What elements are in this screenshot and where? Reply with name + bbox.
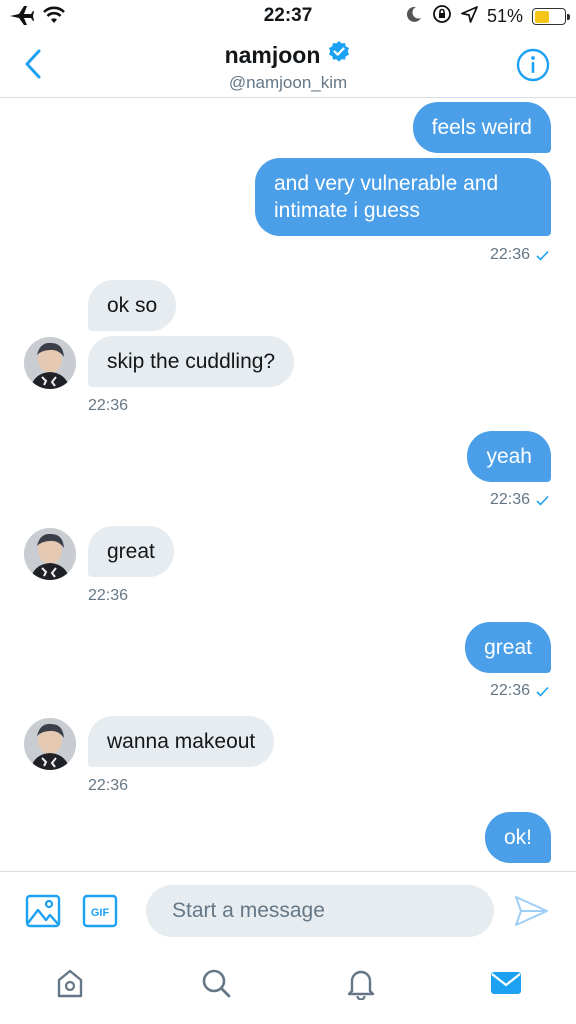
message-bubble-sent[interactable]: feels weird [412, 102, 551, 153]
verified-badge-icon [327, 40, 351, 70]
contact-name: namjoon [224, 41, 321, 68]
battery-level [534, 10, 550, 23]
message-text: wanna makeout [107, 730, 256, 753]
avatar-image [24, 337, 76, 389]
avatar[interactable] [24, 718, 76, 770]
messages-icon [491, 972, 521, 994]
message-text: ok so [107, 294, 158, 317]
avatar[interactable] [24, 337, 76, 389]
tab-notifications[interactable] [341, 963, 381, 1003]
message-bubble-received[interactable]: wanna makeout [88, 716, 275, 767]
message-timestamp: 22:36 [88, 587, 128, 605]
message-timestamp: 22:36 [490, 491, 549, 509]
media-button[interactable] [25, 894, 61, 933]
avatar-image [24, 528, 76, 580]
message-timestamp: 22:36 [88, 397, 128, 415]
timestamp-text: 22:36 [489, 682, 530, 699]
status-right: 51% [405, 4, 570, 29]
message-bubble-received[interactable]: great [88, 526, 174, 577]
tab-bar [0, 949, 576, 1024]
timestamp-text: 22:36 [489, 246, 530, 263]
message-timestamp: 22:36 [88, 777, 128, 795]
home-icon [57, 969, 83, 998]
info-button[interactable] [516, 48, 550, 82]
battery-percent: 51% [486, 6, 523, 26]
message-bubble-sent[interactable]: yeah [467, 431, 551, 482]
orientation-lock-icon [432, 4, 452, 29]
read-check-icon [536, 250, 549, 261]
message-timestamp: 22:36 [490, 682, 549, 700]
timestamp-text: 22:36 [88, 397, 129, 414]
message-input[interactable] [146, 885, 494, 937]
timestamp-text: 22:36 [489, 491, 530, 508]
battery-icon [532, 8, 570, 25]
message-text: feels weird [431, 116, 532, 139]
gif-label: GIF [91, 907, 110, 919]
avatar-image [24, 718, 76, 770]
header-name-row: namjoon [225, 40, 352, 70]
message-timestamp: 22:36 [490, 246, 549, 264]
location-icon [461, 5, 478, 28]
message-text: great [107, 540, 155, 563]
contact-handle: @namjoon_kim [228, 73, 348, 92]
message-text: skip the cuddling? [107, 350, 276, 373]
message-text: and very vulnerable and intimate i guess [274, 172, 499, 222]
message-bubble-sent[interactable]: great [465, 622, 551, 673]
timestamp-text: 22:36 [88, 777, 129, 794]
notifications-icon [347, 970, 375, 1000]
send-icon [515, 896, 548, 926]
message-bubble-received[interactable]: ok so [88, 280, 177, 331]
message-bubble-sent[interactable]: ok! [484, 812, 551, 863]
read-check-icon [536, 495, 549, 506]
conversation-header: namjoon @namjoon_kim [0, 34, 576, 98]
header-title-block[interactable]: namjoon @namjoon_kim [0, 40, 576, 93]
message-composer: GIF [0, 871, 576, 949]
tab-search[interactable] [196, 963, 236, 1003]
tab-messages[interactable] [486, 963, 526, 1003]
message-text: great [484, 636, 532, 659]
image-icon [25, 894, 61, 928]
message-list[interactable]: feels weird and very vulnerable and inti… [0, 99, 576, 871]
moon-icon [405, 5, 423, 28]
search-icon [202, 969, 231, 998]
message-bubble-sent[interactable]: and very vulnerable and intimate i guess [255, 158, 551, 236]
info-icon [516, 48, 550, 82]
avatar[interactable] [24, 528, 76, 580]
status-bar: 22:37 51% [0, 0, 576, 34]
message-bubble-received[interactable]: skip the cuddling? [88, 336, 295, 387]
gif-icon: GIF [82, 894, 118, 928]
message-text: ok! [503, 826, 532, 849]
send-button[interactable] [513, 894, 549, 933]
gif-button[interactable]: GIF [82, 894, 118, 933]
timestamp-text: 22:36 [88, 587, 129, 604]
tab-home[interactable] [50, 963, 90, 1003]
message-text: yeah [486, 445, 532, 468]
read-check-icon [536, 686, 549, 697]
